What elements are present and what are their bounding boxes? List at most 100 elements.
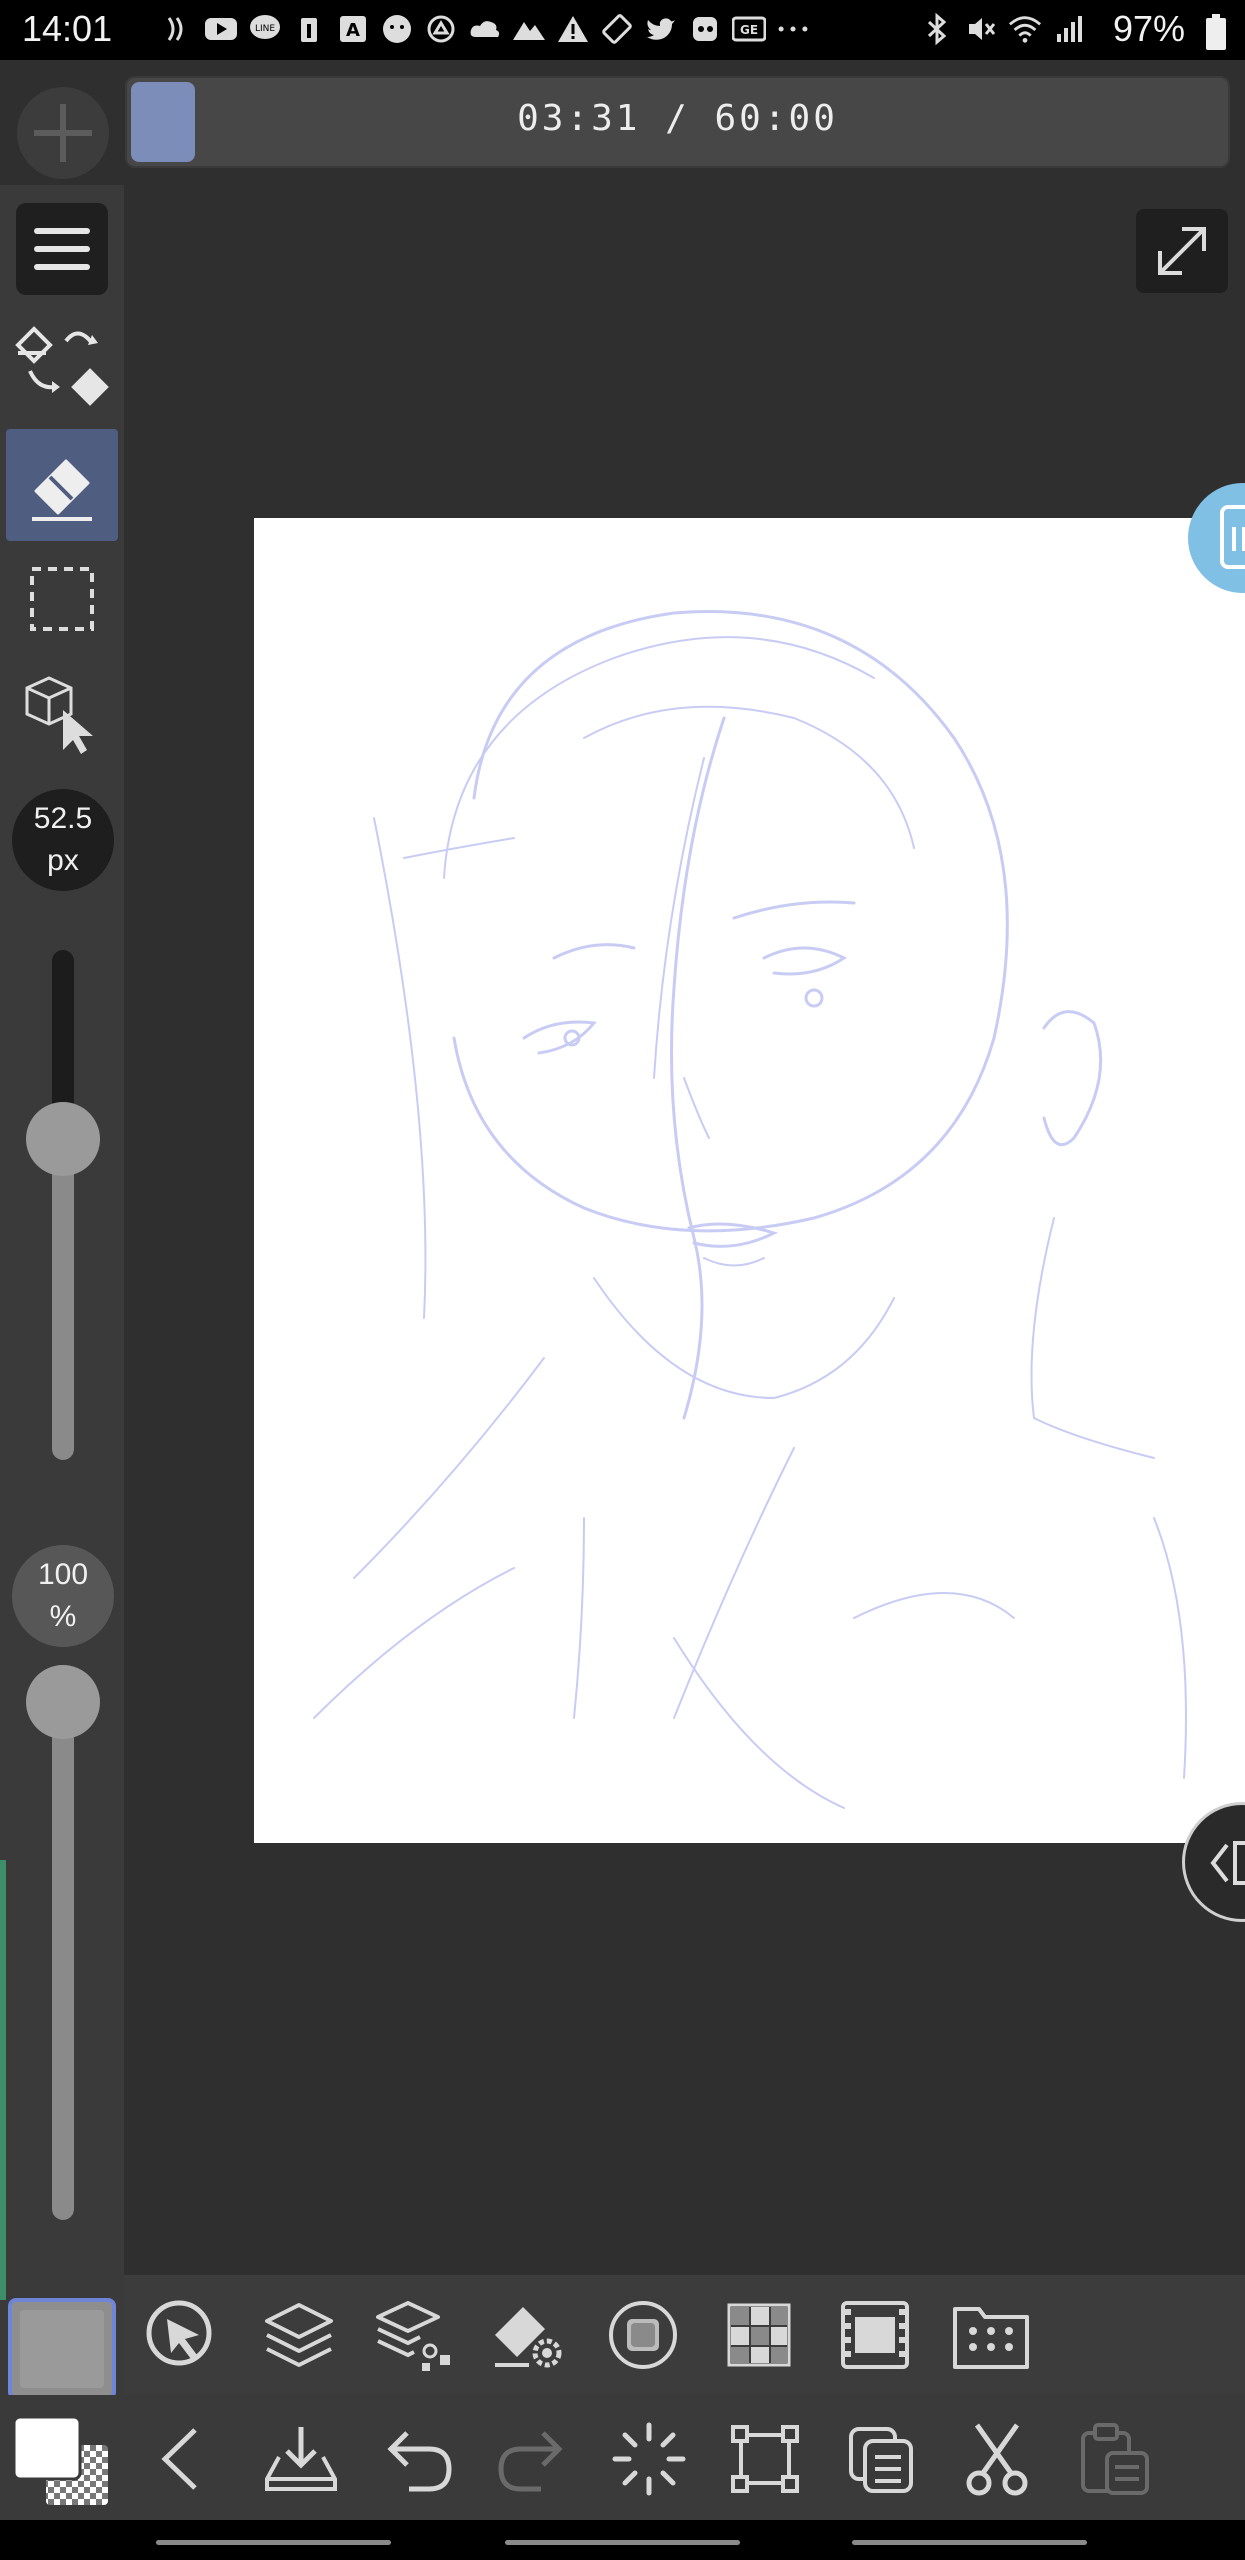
brush-size-unit: px	[47, 844, 79, 877]
news-icon	[292, 12, 326, 46]
opacity-unit: %	[49, 1600, 77, 1633]
wifi-calling-icon	[160, 12, 194, 46]
undo-button[interactable]	[372, 2417, 462, 2501]
left-toolbar: 52.5 px 100 %	[0, 185, 124, 2395]
translate-icon: A	[336, 12, 370, 46]
brush-size-readout[interactable]: 52.5 px	[12, 789, 114, 891]
battery-icon	[1206, 14, 1226, 50]
opacity-readout[interactable]: 100 %	[12, 1545, 114, 1647]
brush-size-slider-track[interactable]	[52, 1130, 74, 1460]
app-icon	[424, 12, 458, 46]
opacity-slider-thumb[interactable]	[26, 1665, 100, 1739]
chevron-left-icon	[1210, 1841, 1245, 1885]
brush-size-value: 52.5	[33, 802, 93, 835]
materials-button[interactable]	[946, 2293, 1036, 2377]
color-swatches-icon	[12, 2415, 108, 2505]
copy-button[interactable]	[836, 2417, 926, 2501]
back-icon	[161, 2428, 197, 2490]
swap-eraser-icon	[15, 326, 109, 406]
cube-cursor-icon	[25, 676, 93, 754]
layer-property-button[interactable]	[369, 2293, 459, 2377]
status-time: 14:01	[22, 8, 113, 49]
paste-button[interactable]	[1070, 2417, 1160, 2501]
add-button[interactable]	[10, 80, 116, 186]
main-color-button[interactable]	[8, 2298, 116, 2400]
layers-button[interactable]	[254, 2293, 344, 2377]
cloud-icon	[468, 12, 502, 46]
opacity-slider-track[interactable]	[52, 1670, 74, 2220]
panel-bar	[124, 2275, 1245, 2395]
status-bar: 14:01 LINE A GE 97%	[0, 0, 1245, 60]
brush-size-slider-thumb[interactable]	[26, 1102, 100, 1176]
hamburger-icon	[34, 228, 90, 270]
loading-indicator	[604, 2417, 694, 2501]
object-tool-button[interactable]	[6, 657, 118, 769]
mute-icon	[964, 12, 998, 46]
signal-icon	[1052, 12, 1086, 46]
tool-property-icon	[495, 2307, 562, 2368]
plus-icon	[17, 87, 109, 179]
swap-drawing-eraser-button[interactable]	[6, 311, 118, 423]
nav-recents-handle[interactable]	[156, 2540, 391, 2545]
opacity-value: 100	[37, 1558, 89, 1591]
fullscreen-button[interactable]	[1136, 209, 1228, 293]
svg-text:A: A	[346, 20, 360, 41]
tool-property-button[interactable]	[484, 2293, 574, 2377]
copy-icon	[849, 2427, 913, 2493]
mountain-icon	[512, 12, 546, 46]
materials-icon	[953, 2307, 1029, 2369]
cut-button[interactable]	[952, 2417, 1042, 2501]
redo-button[interactable]	[488, 2417, 578, 2501]
save-button[interactable]	[256, 2417, 346, 2501]
game-icon	[688, 12, 722, 46]
save-icon	[265, 2427, 337, 2491]
timer-text: 03:31 / 60:00	[517, 98, 838, 139]
youtube-icon	[204, 12, 238, 46]
cut-icon	[966, 2423, 1028, 2496]
nav-back-handle[interactable]	[852, 2540, 1087, 2545]
layers-icon	[265, 2303, 333, 2367]
color-swatches-button[interactable]	[12, 2415, 112, 2507]
layer-property-icon	[376, 2301, 450, 2371]
eraser-tool-button[interactable]	[6, 429, 118, 541]
expand-icon	[1158, 227, 1206, 275]
timeline-button[interactable]	[830, 2293, 920, 2377]
more-icon	[776, 12, 810, 46]
main-color-swatch	[20, 2310, 104, 2388]
timelapse-timer-bar[interactable]: 03:31 / 60:00	[125, 76, 1230, 168]
back-button[interactable]	[136, 2417, 226, 2501]
status-notification-icons: LINE A GE	[160, 12, 810, 46]
navigator-button[interactable]	[136, 2293, 226, 2377]
drawing-canvas[interactable]	[254, 518, 1245, 1843]
color-set-button[interactable]	[714, 2293, 804, 2377]
transform-button[interactable]	[720, 2417, 810, 2501]
warning-icon	[556, 12, 590, 46]
bluetooth-icon	[920, 12, 954, 46]
menu-button[interactable]	[16, 203, 108, 295]
loading-icon	[612, 2422, 686, 2496]
brush-size-panel-button[interactable]	[598, 2293, 688, 2377]
wifi-icon	[1008, 12, 1042, 46]
command-bar	[0, 2395, 1245, 2520]
sketch-drawing	[313, 610, 1187, 1809]
gs-icon: GE	[732, 12, 766, 46]
battery-percent: 97%	[1112, 8, 1185, 49]
system-nav-bar	[0, 2520, 1245, 2560]
brush-icon	[609, 2301, 677, 2369]
undo-icon	[387, 2431, 452, 2492]
line-icon: LINE	[248, 12, 282, 46]
navigator-icon	[146, 2300, 212, 2366]
avatar-icon	[380, 12, 414, 46]
edge-indicator	[0, 1860, 6, 2300]
twitter-icon	[644, 12, 678, 46]
rotate-icon	[600, 12, 634, 46]
eraser-icon	[32, 459, 92, 521]
selection-tool-button[interactable]	[6, 543, 118, 655]
status-system-icons	[920, 12, 1086, 46]
top-bar: 03:31 / 60:00	[0, 60, 1245, 185]
redo-icon	[498, 2431, 563, 2492]
canvas-area[interactable]	[124, 185, 1245, 2275]
transform-icon	[731, 2425, 799, 2493]
nav-home-handle[interactable]	[505, 2540, 740, 2545]
selection-marquee-icon	[30, 567, 94, 631]
